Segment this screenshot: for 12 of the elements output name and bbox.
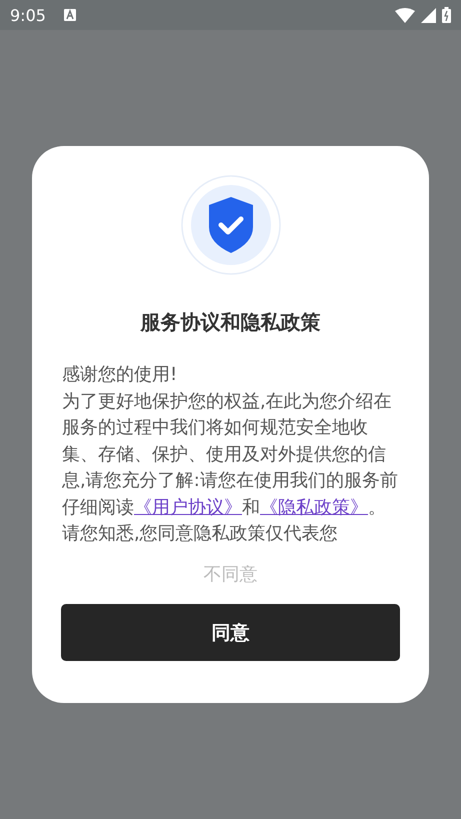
dialog-title: 服务协议和隐私政策 xyxy=(140,309,320,336)
policy-link[interactable]: 《隐私政策》 xyxy=(260,496,368,518)
greeting-text: 感谢您的使用! xyxy=(62,363,178,387)
status-time: 9:05 xyxy=(10,6,46,24)
body-text: 为了更好地保护您的权益,在此为您介绍在服务的过程中我们将如何规范安全地收集、存储、保护、使用及对外提供您的信息,请您充分了解:请您在使用我们的服务前仔细阅读《用户协议》和《隐私政策》。请您知悉,您同意隐私政策仅代表您 xyxy=(62,390,399,546)
battery-icon xyxy=(442,7,451,23)
signal-icon xyxy=(421,8,436,22)
wifi-icon xyxy=(395,8,415,22)
policy-link[interactable]: 《用户协议》 xyxy=(134,496,242,518)
shield-check-icon xyxy=(180,175,280,275)
accept-button[interactable]: 同意 xyxy=(61,604,400,661)
notification-icon xyxy=(64,9,76,21)
